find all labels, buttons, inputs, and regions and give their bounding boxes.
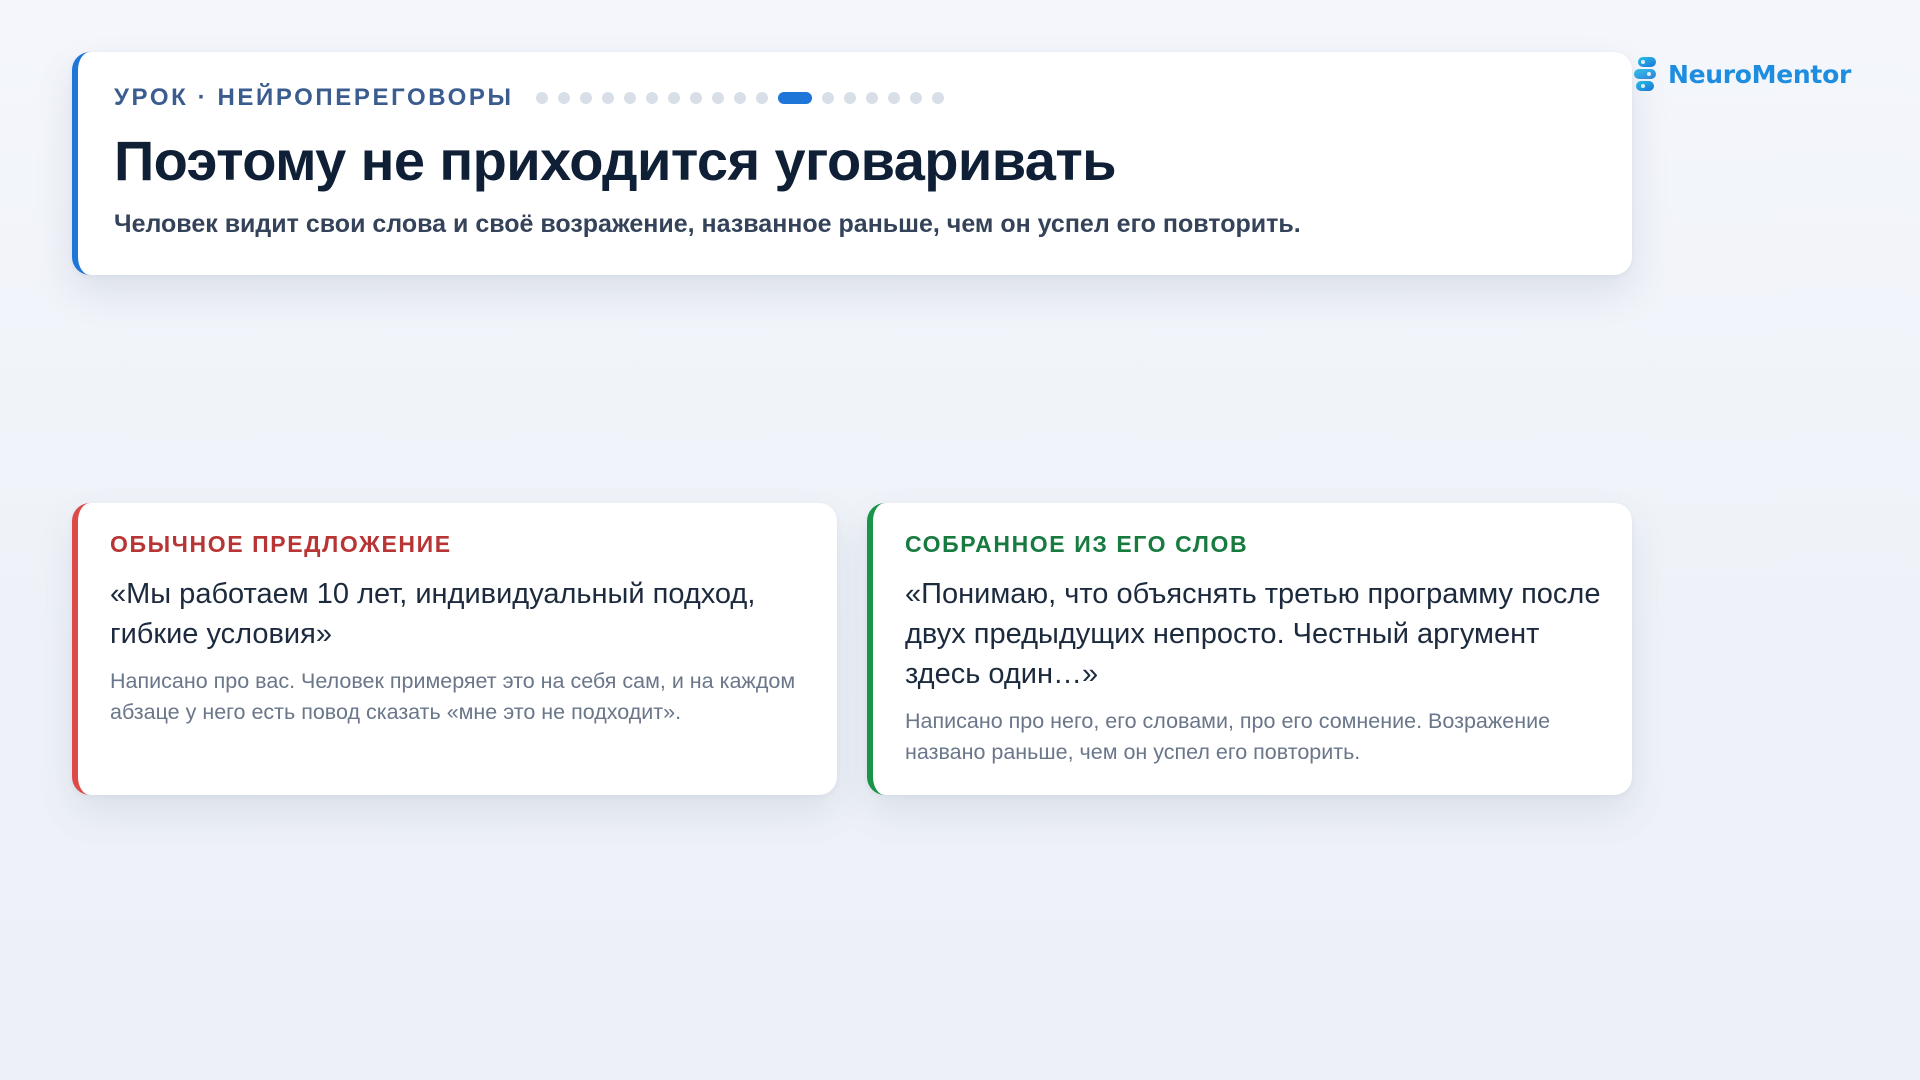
brand-name: NeuroMentor <box>1668 59 1851 89</box>
progress-dot <box>645 92 658 104</box>
progress-dot <box>755 92 768 104</box>
card-quote: «Понимаю, что объяснять третью программу… <box>905 578 1601 690</box>
progress-dot-current <box>777 92 812 104</box>
progress-dot <box>667 92 680 104</box>
header-card: УРОК · НЕЙРОПЕРЕГОВОРЫ Поэтому не приход… <box>72 52 1632 275</box>
page-subtitle: Человек видит свои слова и своё возражен… <box>114 210 1301 238</box>
slide-progress-dots <box>535 92 944 104</box>
card-from-his-words: СОБРАННОЕ ИЗ ЕГО СЛОВ «Понимаю, что объя… <box>867 503 1632 795</box>
page-title: Поэтому не приходится уговаривать <box>114 129 1117 192</box>
progress-dot <box>821 92 834 104</box>
progress-dot <box>623 92 636 104</box>
progress-dot <box>557 92 570 104</box>
progress-dot <box>579 92 592 104</box>
brand-logo: NeuroMentor <box>1632 56 1851 92</box>
lesson-label: УРОК · НЕЙРОПЕРЕГОВОРЫ <box>114 84 514 111</box>
progress-dot <box>711 92 724 104</box>
card-kicker: СОБРАННОЕ ИЗ ЕГО СЛОВ <box>905 531 1249 557</box>
progress-dot <box>887 92 900 104</box>
card-note: Написано про него, его словами, про его … <box>905 709 1551 764</box>
lesson-row: УРОК · НЕЙРОПЕРЕГОВОРЫ <box>114 84 944 112</box>
progress-dot <box>865 92 878 104</box>
card-regular-offer: ОБЫЧНОЕ ПРЕДЛОЖЕНИЕ «Мы работаем 10 лет,… <box>72 503 837 795</box>
progress-dot <box>601 92 614 104</box>
progress-dot <box>909 92 922 104</box>
progress-dot <box>931 92 944 104</box>
progress-dot <box>843 92 856 104</box>
card-note: Написано про вас. Человек примеряет это … <box>110 669 796 724</box>
slide: NeuroMentor УРОК · НЕЙРОПЕРЕГОВОРЫ Поэто… <box>0 0 1920 1080</box>
card-kicker: ОБЫЧНОЕ ПРЕДЛОЖЕНИЕ <box>110 531 452 557</box>
progress-dot <box>733 92 746 104</box>
progress-dot <box>689 92 702 104</box>
card-quote: «Мы работаем 10 лет, индивидуальный подх… <box>110 578 756 650</box>
neuromentor-logo-icon <box>1634 57 1656 91</box>
progress-dot <box>535 92 548 104</box>
